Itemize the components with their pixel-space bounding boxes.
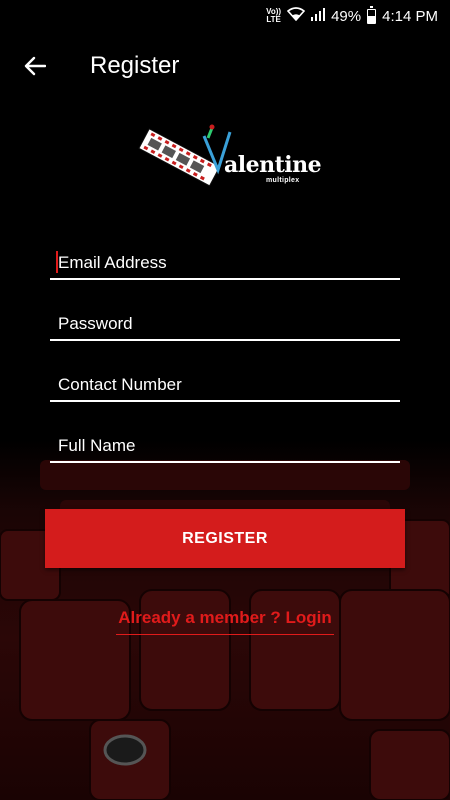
logo-tagline: multiplex [266,177,300,184]
valentine-multiplex-logo: alentine multiplex [138,122,322,194]
register-button[interactable]: REGISTER [45,509,405,568]
status-bar: Vo)) LTE 49% 4:14 PM [0,0,450,32]
arrow-left-icon [24,56,46,76]
clock: 4:14 PM [382,7,438,25]
app-toolbar: Register [0,32,450,100]
full-name-field[interactable] [50,423,400,459]
email-field[interactable] [50,240,400,276]
back-button[interactable] [0,32,70,100]
contact-number-field-wrapper [50,362,400,402]
password-field[interactable] [50,301,400,337]
contact-number-field[interactable] [50,362,400,398]
text-cursor [56,251,58,273]
battery-icon [367,5,377,24]
wifi-icon [286,7,306,25]
signal-icon [311,7,326,25]
password-field-wrapper [50,301,400,341]
email-field-wrapper [50,240,400,280]
volte-indicator: Vo)) LTE [266,7,282,24]
logo-wordmark: alentine [224,152,322,178]
login-link[interactable]: Already a member ? Login [116,608,334,635]
full-name-field-wrapper [50,423,400,463]
battery-percent: 49% [331,7,362,25]
page-title: Register [90,52,180,79]
